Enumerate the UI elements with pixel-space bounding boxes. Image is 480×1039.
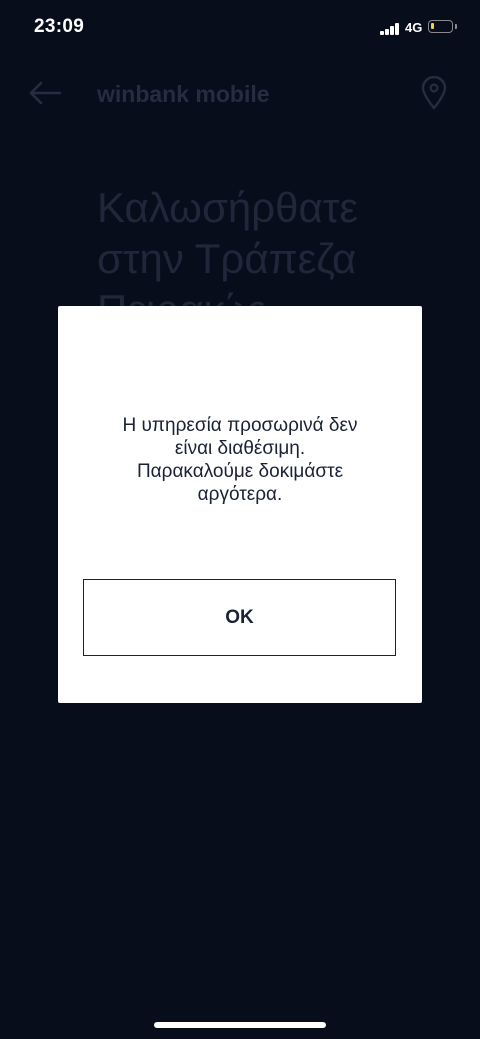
home-indicator[interactable] (154, 1022, 326, 1028)
ok-button[interactable]: OK (83, 579, 396, 656)
alert-dialog: Η υπηρεσία προσωρινά δεν είναι διαθέσιμη… (58, 306, 422, 703)
dialog-message: Η υπηρεσία προσωρινά δεν είναι διαθέσιμη… (122, 415, 358, 505)
